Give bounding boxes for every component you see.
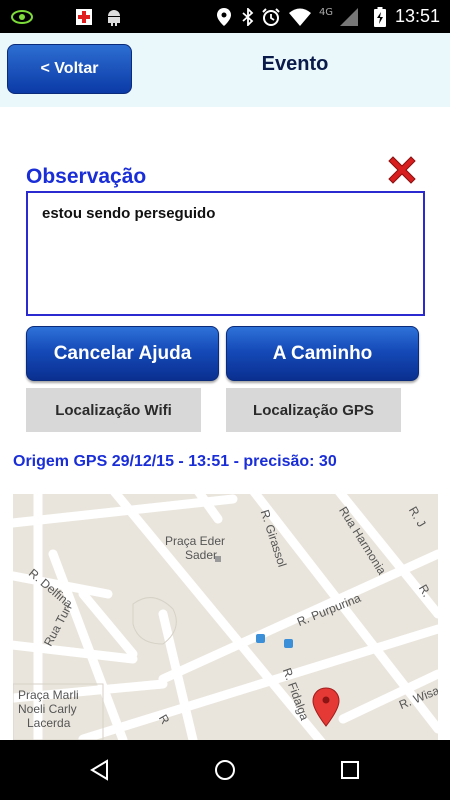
back-button[interactable]: < Voltar [7, 44, 132, 94]
close-icon[interactable] [384, 152, 420, 188]
recents-square-icon[interactable] [335, 755, 365, 785]
observation-label: Observação [26, 165, 147, 188]
back-triangle-icon[interactable] [85, 755, 115, 785]
signal-icon [338, 7, 360, 27]
location-pin-icon [215, 7, 233, 27]
wifi-icon [288, 7, 312, 27]
page-title: Evento [261, 53, 329, 75]
status-bar: 4G 13:51 [0, 0, 450, 33]
map-label-noeli-carly: Noeli Carly [18, 702, 77, 716]
nav-bar [0, 740, 450, 800]
observation-field[interactable]: estou sendo perseguido [26, 191, 425, 316]
eye-icon [10, 7, 34, 27]
wifi-location-button[interactable]: Localização Wifi [26, 388, 201, 432]
map-label-lacerda: Lacerda [27, 716, 71, 730]
status-time: 13:51 [394, 6, 440, 26]
home-circle-icon[interactable] [210, 755, 240, 785]
map-label-praca-marli: Praça Marli [18, 688, 79, 702]
map-view[interactable]: Praça Eder Sader R. Girassol Rua Harmoni… [13, 494, 438, 740]
gps-origin-text: Origem GPS 29/12/15 - 13:51 - precisão: … [13, 453, 337, 470]
alarm-icon [261, 7, 281, 27]
header: < Voltar Evento [0, 33, 450, 107]
map-label-praca-eder: Praça Eder [165, 534, 226, 548]
map-streets [13, 494, 438, 740]
android-robot-icon [104, 7, 124, 27]
network-label: 4G [318, 7, 334, 18]
red-cross-icon [74, 7, 94, 27]
bluetooth-icon [240, 7, 256, 27]
screen: 4G 13:51 < Voltar Evento Observação esto… [0, 0, 450, 800]
on-my-way-button[interactable]: A Caminho [226, 326, 419, 381]
gps-location-button[interactable]: Localização GPS [226, 388, 401, 432]
battery-icon [372, 7, 388, 27]
cancel-help-button[interactable]: Cancelar Ajuda [26, 326, 219, 381]
map-label-sader: Sader [185, 548, 218, 562]
